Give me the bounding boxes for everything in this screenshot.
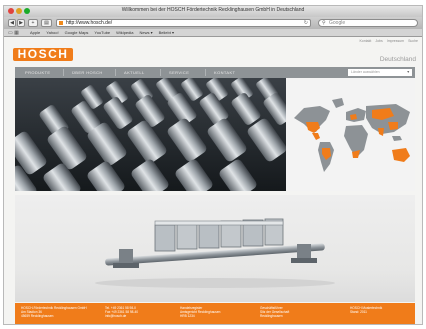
map-australia[interactable] [392,148,410,162]
util-link[interactable]: Suche [408,39,418,43]
site-footer: HOSCH-Fördertechnik Recklinghausen GmbH … [15,303,415,324]
hosch-logo[interactable]: HOSCH [13,48,73,61]
nav-divider [160,69,161,76]
footer-line: HRB 1234 [180,314,195,319]
bookmark-item[interactable]: News ▾ [139,30,152,36]
footer-column-management: Geschäftsführer Sitz der Gesellschaft Re… [260,306,289,319]
bookmark-item[interactable]: Google Maps [65,30,89,36]
address-url: http://www.hosch.de/ [66,20,113,26]
footer-line: Recklinghausen [260,314,283,319]
book-icon: ▤ [44,20,49,26]
scraper-blades-photo [15,78,286,191]
footer-column-register: Handelsregister Amtsgericht Recklinghaus… [180,306,220,319]
product-image [15,195,415,302]
back-arrow-icon: ◀ [10,20,14,26]
footer-line: 45659 Recklinghausen [21,314,54,319]
footer-link[interactable]: info@hosch.de [105,314,138,318]
hero-image [15,78,286,191]
search-icon: ⚲ [322,20,326,26]
bookmark-item[interactable]: Wikipedia [116,30,133,36]
add-bookmark-button[interactable]: + [28,19,38,27]
map-mexico[interactable] [312,133,320,140]
nav-divider [63,69,64,76]
map-usa[interactable] [306,122,320,133]
reader-button[interactable]: ▤ [41,19,52,27]
map-germany[interactable] [350,114,357,120]
util-link[interactable]: Impressum [387,39,404,43]
country-select[interactable]: Länder auswählen ▼ [348,69,412,76]
footer-line: Stand: 2011 [350,310,367,315]
bookmarks-list: Apple Yahoo! Google Maps YouTube Wikiped… [30,30,174,36]
search-placeholder: Google [329,20,346,26]
belt-cleaner-product-icon [95,218,335,288]
back-button[interactable]: ◀ [8,19,16,27]
footer-column-info: HOSCH Mustertechnik Stand: 2011 [350,306,382,314]
bookmark-item[interactable]: Yahoo! [46,30,58,36]
chevron-down-icon: ▼ [406,70,410,74]
nav-item-kontakt[interactable]: KONTAKT [214,67,235,78]
search-field[interactable]: ⚲ Google [318,19,418,27]
reload-icon[interactable]: ↻ [304,20,308,27]
world-map-icon [294,98,410,172]
country-select-placeholder: Länder auswählen [351,70,380,74]
world-map-panel [286,78,415,191]
footer-column-company: HOSCH-Fördertechnik Recklinghausen GmbH … [21,306,87,319]
nav-divider [205,69,206,76]
nav-item-aktuell[interactable]: AKTUELL [124,67,145,78]
footer-column-contact: Tel. +49 2361 58 98-0 Fax +49 2361 58 98… [105,306,138,319]
address-bar[interactable]: http://www.hosch.de/ ↻ [56,19,311,27]
browser-toolbar: ◀ ▶ + ▤ http://www.hosch.de/ ↻ ⚲ Google [4,17,422,29]
window-title: Willkommen bei der HOSCH Fördertechnik R… [121,7,305,13]
map-india[interactable] [378,128,384,136]
forward-button[interactable]: ▶ [17,19,25,27]
util-link[interactable]: Jobs [375,39,382,43]
bookmarks-bar: ▭ ▦ Apple Yahoo! Google Maps YouTube Wik… [4,29,422,37]
nav-divider [115,69,116,76]
plus-icon: + [31,20,35,26]
country-label: Deutschland [379,56,416,63]
bookmarks-icons: ▭ ▦ [8,30,19,36]
top-sites-icon[interactable]: ▦ [14,30,19,36]
main-navigation: PRODUKTE ÜBER HOSCH AKTUELL SERVICE KONT… [15,67,415,78]
scraper-segments [154,218,284,252]
window-titlebar: Willkommen bei der HOSCH Fördertechnik R… [4,6,422,17]
reading-list-icon[interactable]: ▭ [8,30,13,36]
website: Kontakt Jobs Impressum Suche HOSCH Deuts… [4,37,422,324]
site-favicon-icon [59,21,63,25]
browser-window: Willkommen bei der HOSCH Fördertechnik R… [3,5,423,325]
utility-links: Kontakt Jobs Impressum Suche [359,39,418,43]
nav-item-service[interactable]: SERVICE [169,67,189,78]
nav-item-produkte[interactable]: PRODUKTE [25,67,50,78]
util-link[interactable]: Kontakt [359,39,371,43]
nav-item-ueber-hosch[interactable]: ÜBER HOSCH [72,67,103,78]
bookmark-item[interactable]: Apple [30,30,40,36]
bookmark-item[interactable]: Beliebt ▾ [159,30,174,36]
forward-arrow-icon: ▶ [19,20,23,26]
bookmark-item[interactable]: YouTube [94,30,110,36]
